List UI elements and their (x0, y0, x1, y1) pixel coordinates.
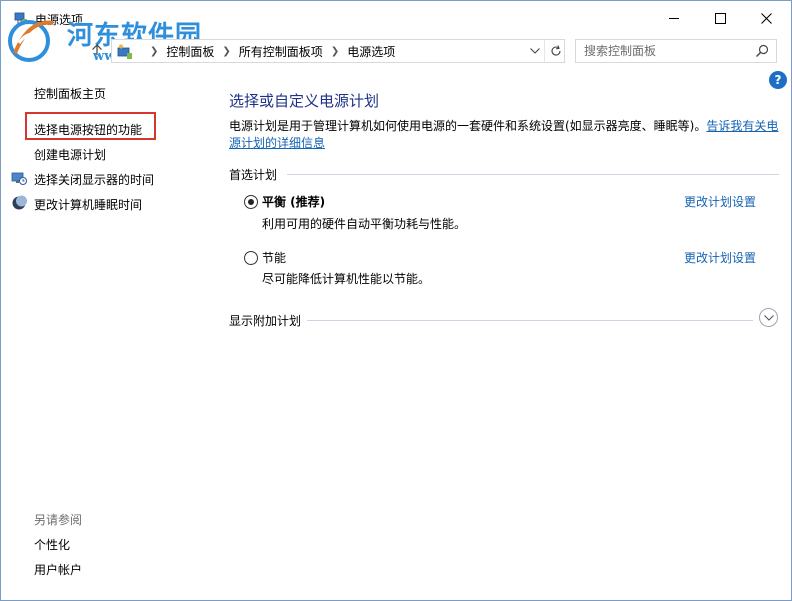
left-navigation: 控制面板主页 选择电源按钮的功能 创建电源计划 选择关闭显示器的时间 更改计算机… (1, 71, 211, 591)
moon-icon (12, 195, 27, 210)
plan-balanced-name[interactable]: 平衡 (推荐) (262, 193, 325, 210)
power-options-window: 电源选项 河东软件园 www.pc0359.cn (0, 0, 792, 601)
address-bar[interactable]: ❯ 控制面板 ❯ 所有控制面板项 ❯ 电源选项 (111, 39, 565, 63)
navigation-bar: ❯ 控制面板 ❯ 所有控制面板项 ❯ 电源选项 (1, 37, 791, 65)
breadcrumb-all-items[interactable]: 所有控制面板项 (239, 43, 323, 60)
expand-additional-plans-button[interactable] (759, 308, 778, 327)
plan-power-saver-name[interactable]: 节能 (262, 249, 286, 266)
breadcrumb: ❯ 控制面板 ❯ 所有控制面板项 ❯ 电源选项 (142, 40, 395, 62)
search-input[interactable] (576, 40, 752, 62)
section-divider (287, 174, 779, 175)
chevron-down-icon (763, 314, 774, 321)
up-arrow-icon[interactable] (89, 42, 105, 58)
additional-plans-header[interactable]: 显示附加计划 (229, 312, 301, 329)
close-button[interactable] (743, 1, 789, 35)
nav-control-panel-home[interactable]: 控制面板主页 (34, 85, 106, 102)
breadcrumb-power-options[interactable]: 电源选项 (347, 43, 395, 60)
chevron-down-icon (530, 48, 540, 54)
help-icon[interactable]: ? (769, 71, 787, 89)
nav-user-accounts[interactable]: 用户帐户 (34, 561, 82, 578)
preferred-plans-header: 首选计划 (229, 168, 278, 182)
plan-power-saver-radio[interactable] (244, 251, 258, 265)
control-panel-icon (117, 44, 132, 59)
chevron-right-icon[interactable]: ❯ (331, 46, 339, 57)
chevron-right-icon[interactable]: ❯ (222, 46, 230, 57)
minimize-button[interactable] (651, 1, 697, 35)
close-icon (760, 12, 772, 24)
search-box[interactable] (575, 39, 777, 63)
plan-balanced-radio[interactable] (244, 195, 258, 209)
refresh-button[interactable] (544, 40, 566, 62)
chevron-right-icon: ❯ (150, 45, 159, 57)
minimize-icon (668, 17, 679, 19)
nav-sleep-time[interactable]: 更改计算机睡眠时间 (34, 196, 142, 213)
plan-power-saver-desc: 尽可能降低计算机性能以节能。 (262, 272, 431, 286)
maximize-icon (714, 12, 726, 24)
monitor-clock-icon (11, 172, 27, 185)
page-description: 电源计划是用于管理计算机如何使用电源的一套硬件和系统设置(如显示器亮度、睡眠等)… (229, 118, 779, 152)
breadcrumb-control-panel[interactable]: 控制面板 (166, 43, 214, 60)
plan-balanced-change-link[interactable]: 更改计划设置 (684, 193, 756, 210)
title-bar: 电源选项 (1, 1, 791, 35)
section-divider (307, 320, 753, 321)
nav-create-power-plan[interactable]: 创建电源计划 (34, 146, 106, 163)
search-icon[interactable] (754, 43, 770, 59)
page-title: 选择或自定义电源计划 (229, 92, 380, 110)
nav-display-off-time[interactable]: 选择关闭显示器的时间 (34, 171, 154, 188)
nav-choose-power-button[interactable]: 选择电源按钮的功能 (34, 121, 142, 138)
nav-personalization[interactable]: 个性化 (34, 536, 70, 553)
maximize-button[interactable] (697, 1, 743, 35)
window-title: 电源选项 (35, 13, 84, 27)
refresh-icon (551, 45, 561, 56)
description-text: 电源计划是用于管理计算机如何使用电源的一套硬件和系统设置(如显示器亮度、睡眠等)… (229, 119, 707, 133)
plan-power-saver-change-link[interactable]: 更改计划设置 (684, 249, 756, 266)
see-also-heading: 另请参阅 (34, 513, 83, 527)
address-dropdown-button[interactable] (524, 40, 546, 62)
power-options-icon (14, 12, 27, 24)
plan-balanced-desc: 利用可用的硬件自动平衡功耗与性能。 (262, 217, 467, 231)
